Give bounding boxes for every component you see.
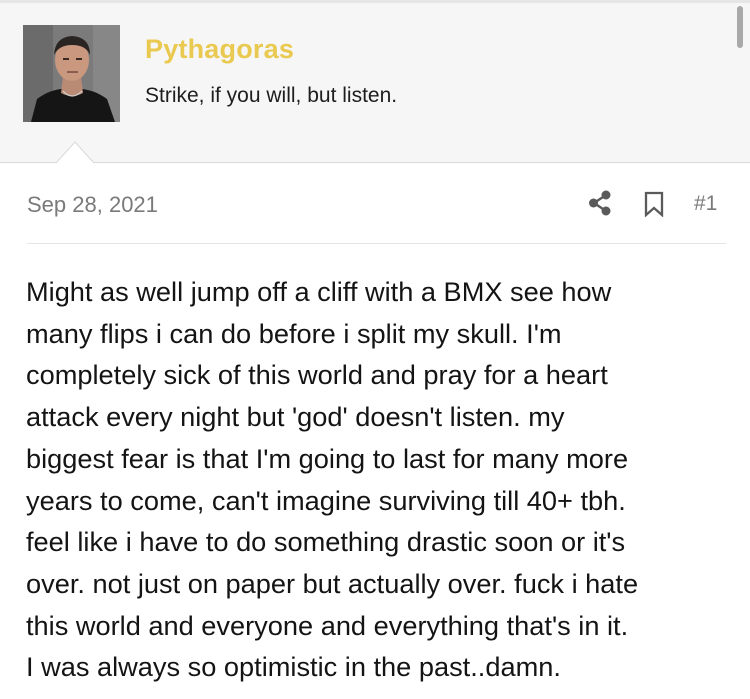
user-custom-title: Strike, if you will, but listen. xyxy=(145,84,398,107)
bookmark-icon[interactable] xyxy=(643,191,665,218)
post-number-link[interactable]: #1 xyxy=(694,192,717,216)
username-link[interactable]: Pythagoras xyxy=(145,34,294,65)
share-icon[interactable] xyxy=(588,190,612,216)
user-avatar[interactable] xyxy=(23,25,120,122)
scrollbar[interactable] xyxy=(737,6,743,48)
thread-post-page: Pythagoras Strike, if you will, but list… xyxy=(0,0,750,699)
avatar-photo-icon xyxy=(23,25,120,122)
top-edge xyxy=(0,0,750,3)
post-body-text: Might as well jump off a cliff with a BM… xyxy=(26,276,639,683)
meta-divider xyxy=(27,243,726,244)
user-header: Pythagoras Strike, if you will, but list… xyxy=(0,0,750,164)
post-date[interactable]: Sep 28, 2021 xyxy=(27,192,158,218)
